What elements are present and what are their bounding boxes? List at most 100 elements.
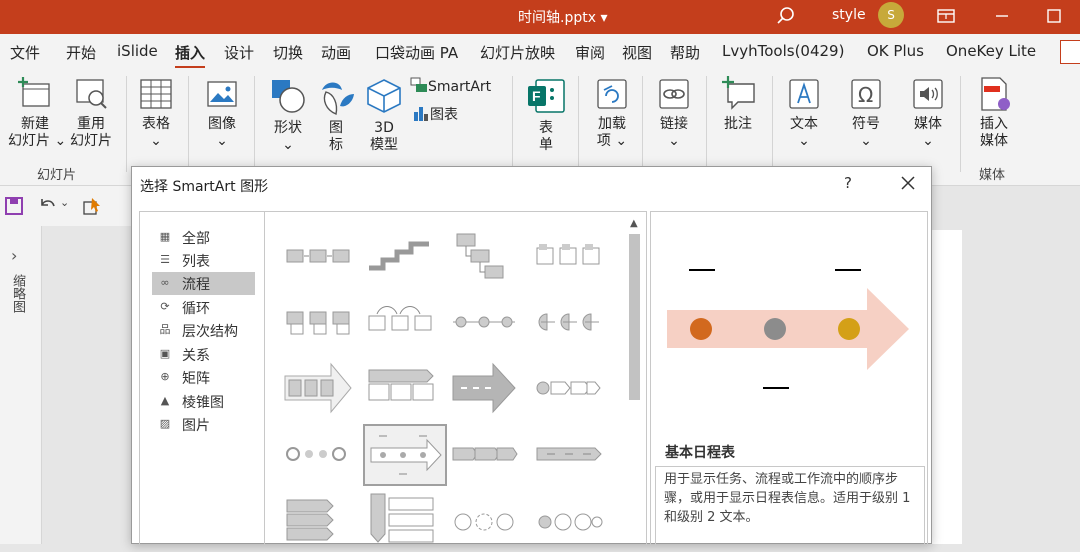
- tab-review[interactable]: 审阅: [575, 42, 605, 63]
- tab-animations[interactable]: 动画: [321, 42, 351, 63]
- category-all[interactable]: ▦ 全部: [152, 226, 255, 249]
- addins-icon: [597, 79, 627, 109]
- select-shape-icon[interactable]: [82, 196, 104, 220]
- layout-thumbnail[interactable]: [533, 360, 603, 416]
- insert-media-button[interactable]: 插入 媒体: [972, 76, 1016, 150]
- layout-thumbnail[interactable]: [283, 360, 353, 416]
- layout-thumbnail[interactable]: [449, 360, 519, 416]
- scrollbar-thumb[interactable]: [629, 234, 640, 400]
- preview-description: 用于显示任务、流程或工作流中的顺序步骤，或用于显示日程表信息。适用于级别 1 和…: [655, 466, 925, 546]
- tab-lvyhtools[interactable]: LvyhTools(0429): [722, 42, 844, 60]
- layout-thumbnail[interactable]: [283, 294, 353, 350]
- cycle-icon: ⟳: [160, 300, 170, 313]
- tab-insert[interactable]: 插入: [175, 42, 206, 69]
- text-icon: [789, 79, 819, 109]
- icons-button[interactable]: 图标: [316, 76, 356, 154]
- tab-design[interactable]: 设计: [224, 42, 254, 63]
- smartart-icon: [410, 77, 427, 92]
- layout-thumbnail[interactable]: [365, 360, 435, 416]
- category-pyramid[interactable]: ▲ 棱锥图: [152, 390, 255, 413]
- slide-edge: [932, 230, 962, 544]
- maximize-icon[interactable]: [1042, 5, 1066, 27]
- comment-button[interactable]: 批注: [718, 76, 758, 133]
- category-picture[interactable]: ▨ 图片: [152, 413, 255, 436]
- tab-onekey-lite[interactable]: OneKey Lite: [946, 42, 1036, 60]
- list-icon: ☰: [160, 253, 170, 266]
- category-matrix[interactable]: ⊕ 矩阵: [152, 366, 255, 389]
- save-icon[interactable]: [4, 196, 24, 220]
- layout-thumbnail[interactable]: [365, 492, 435, 548]
- layout-thumbnail[interactable]: [449, 426, 519, 482]
- layout-thumbnail[interactable]: [365, 228, 435, 284]
- 3d-model-button[interactable]: 3D 模型: [364, 76, 404, 154]
- ribbon-tabs: 文件 开始 iSlide 插入 设计 切换 动画 口袋动画 PA 幻灯片放映 审…: [0, 34, 1080, 69]
- addins-button[interactable]: 加载项 ⌄: [592, 76, 632, 150]
- category-list-item[interactable]: ☰ 列表: [152, 249, 255, 272]
- tab-okplus[interactable]: OK Plus: [867, 42, 924, 60]
- undo-dropdown-icon[interactable]: ⌄: [60, 196, 69, 209]
- tab-transitions[interactable]: 切换: [273, 42, 303, 63]
- avatar[interactable]: S: [878, 2, 904, 28]
- text-button[interactable]: 文本 ⌄: [784, 76, 824, 150]
- category-cycle[interactable]: ⟳ 循环: [152, 296, 255, 319]
- layout-thumbnail[interactable]: [283, 492, 353, 548]
- close-icon[interactable]: [896, 171, 920, 195]
- expand-chevron-icon[interactable]: ›: [11, 246, 17, 265]
- insert-media-icon: [981, 77, 1010, 111]
- layout-thumbnail[interactable]: [449, 294, 519, 350]
- preview-title: 基本日程表: [665, 445, 735, 461]
- group-label-media: 媒体: [979, 168, 1006, 183]
- tab-slideshow[interactable]: 幻灯片放映: [480, 42, 555, 63]
- layout-thumbnail[interactable]: [533, 492, 603, 548]
- category-hierarchy[interactable]: 品层次结构: [152, 319, 255, 342]
- table-button[interactable]: 表格 ⌄: [136, 76, 176, 150]
- thumbnail-label: 缩略图: [10, 274, 25, 313]
- link-button[interactable]: 链接 ⌄: [654, 76, 694, 150]
- share-button[interactable]: [1060, 40, 1080, 64]
- layout-thumbnail[interactable]: [365, 294, 435, 350]
- gallery-scrollbar[interactable]: ▲: [626, 214, 644, 544]
- reuse-slide-button[interactable]: 重用 幻灯片: [66, 76, 116, 150]
- smartart-button[interactable]: SmartArt: [410, 76, 491, 95]
- chart-button[interactable]: 图表: [412, 104, 458, 124]
- layout-thumbnail-basic-timeline[interactable]: [363, 424, 447, 486]
- relationship-icon: ▣: [159, 347, 171, 360]
- reuse-slide-icon: [76, 79, 107, 109]
- forms-button[interactable]: F 表单: [526, 76, 566, 154]
- tab-islide[interactable]: iSlide: [117, 42, 158, 60]
- process-icon: ∞: [160, 276, 170, 289]
- ribbon-display-icon[interactable]: [934, 5, 958, 27]
- shapes-button[interactable]: 形状 ⌄: [266, 76, 310, 154]
- layout-thumbnail[interactable]: [283, 426, 353, 482]
- layout-thumbnail[interactable]: [533, 294, 603, 350]
- undo-icon[interactable]: [36, 194, 58, 220]
- layout-thumbnail[interactable]: [283, 228, 353, 284]
- tab-help[interactable]: 帮助: [670, 42, 700, 63]
- layout-thumbnail[interactable]: [449, 492, 519, 548]
- svg-text:F: F: [532, 88, 541, 104]
- basic-timeline-preview: [667, 269, 909, 389]
- forms-icon: F: [528, 79, 565, 113]
- tab-pocket-animation[interactable]: 口袋动画 PA: [375, 42, 458, 63]
- category-relationship[interactable]: ▣ 关系: [152, 343, 255, 366]
- layout-preview: 基本日程表 用于显示任务、流程或工作流中的顺序步骤，或用于显示日程表信息。适用于…: [650, 211, 928, 546]
- help-button[interactable]: ?: [844, 174, 852, 192]
- layout-thumbnail[interactable]: [533, 228, 603, 284]
- layout-gallery: ▲: [265, 211, 647, 545]
- document-title[interactable]: 时间轴.pptx ▾: [518, 7, 607, 27]
- tab-view[interactable]: 视图: [622, 42, 652, 63]
- group-label-slides: 幻灯片: [37, 168, 77, 183]
- search-icon[interactable]: [776, 6, 796, 30]
- new-slide-button[interactable]: 新建 幻灯片 ⌄: [8, 76, 66, 150]
- symbols-button[interactable]: Ω 符号 ⌄: [846, 76, 886, 150]
- layout-thumbnail[interactable]: [449, 228, 519, 284]
- image-button[interactable]: 图像 ⌄: [200, 76, 244, 150]
- tab-home[interactable]: 开始: [66, 42, 96, 63]
- tab-file[interactable]: 文件: [10, 42, 40, 63]
- media-button[interactable]: 媒体 ⌄: [908, 76, 948, 150]
- minimize-icon[interactable]: [990, 5, 1014, 27]
- category-process[interactable]: ∞ 流程: [152, 272, 255, 295]
- scroll-up-icon[interactable]: ▲: [630, 218, 638, 229]
- layout-thumbnail[interactable]: [533, 426, 603, 482]
- user-name[interactable]: style: [832, 7, 866, 23]
